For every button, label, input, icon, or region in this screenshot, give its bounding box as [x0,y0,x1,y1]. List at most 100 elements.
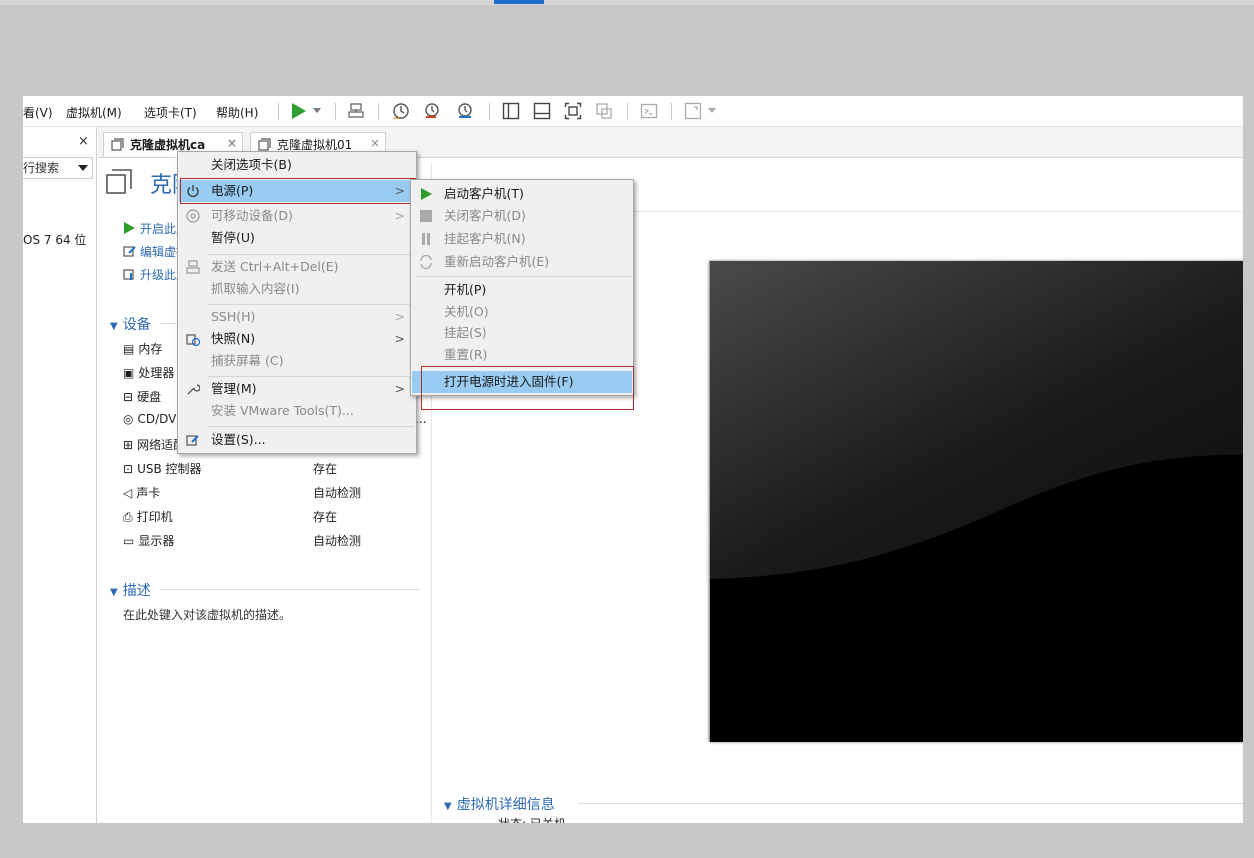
device-row-display[interactable]: ▭ 显示器 [123,532,174,549]
menu-separator [208,426,414,427]
library-search-input[interactable]: 行搜索 [23,157,93,179]
console-icon[interactable] [637,99,661,123]
library-search-label: 行搜索 [23,161,60,175]
disk-icon: ⊟ [123,390,134,404]
collapse-triangle-icon: ▼ [444,801,452,812]
taskbar-accent [494,0,544,4]
settings-icon [186,435,199,446]
submenu-item-power-on[interactable]: 开机(P) [412,279,632,301]
tab-close-icon[interactable]: × [227,136,237,150]
memory-icon: ▤ [123,342,135,356]
submenu-item-restart-guest[interactable]: 重新启动客户机(E) [412,251,632,273]
menu-item-manage[interactable]: 管理(M) > [179,378,415,400]
devices-section-header[interactable]: ▼ 设备 [110,314,420,334]
menu-separator [208,376,414,377]
cpu-icon: ▣ [123,366,135,380]
menu-item-close-tab[interactable]: 关闭选项卡(B) [179,154,415,176]
section-rule [160,589,420,590]
unity-icon[interactable] [592,99,616,123]
library-view-icon[interactable] [499,99,523,123]
tab-close-icon[interactable]: × [370,136,380,150]
monitor-icon: ▭ [123,534,135,548]
network-icon: ⊞ [123,438,134,452]
manage-snapshot-icon[interactable] [453,99,477,123]
device-row-cpu[interactable]: ▣ 处理器 [123,364,174,381]
printer-icon: ⎙ [123,510,133,524]
stop-icon [420,210,432,222]
vm-status: 状态: 已关机 [498,815,566,823]
play-icon [124,222,135,234]
menu-item-removable-devices[interactable]: 可移动设备(D) > [179,205,415,227]
submenu-arrow-icon: > [394,208,405,223]
menu-item-settings[interactable]: 设置(S)... [179,429,415,451]
menu-item-send-cad[interactable]: 发送 Ctrl+Alt+Del(E) [179,256,415,278]
fullscreen-icon[interactable] [561,99,585,123]
dropdown-caret-icon[interactable] [310,99,324,123]
toolbar-separator [335,103,336,120]
device-row-disk[interactable]: ⊟ 硬盘 [123,388,161,405]
section-rule [578,803,1243,804]
device-value-display: 自动检测 [313,534,362,548]
description-placeholder[interactable]: 在此处键入对该虚拟机的描述。 [123,606,291,623]
submenu-arrow-icon: > [394,309,405,324]
menu-item-capture-screen[interactable]: 捕获屏幕 (C) [179,350,415,372]
submenu-item-power-off[interactable]: 关机(O) [412,301,632,323]
toolbar-separator [489,103,490,120]
menu-tabs[interactable]: 选项卡(T) [144,104,197,121]
vm-screen-thumbnail[interactable] [709,261,1243,742]
menu-separator [208,254,414,255]
chevron-down-icon[interactable] [78,165,88,172]
submenu-item-suspend-guest[interactable]: 挂起客户机(N) [412,228,632,250]
thumbnail-bar-icon[interactable] [530,99,554,123]
menu-separator [417,276,631,277]
send-ctrl-alt-del-icon[interactable] [344,99,368,123]
dropdown-caret-icon[interactable] [705,99,719,123]
collapse-triangle-icon: ▼ [110,321,118,332]
play-icon[interactable] [286,99,310,123]
device-value-printer: 存在 [313,510,338,524]
menu-item-ssh[interactable]: SSH(H) > [179,306,415,328]
device-value-sound: 自动检测 [313,486,362,500]
submenu-item-shutdown-guest[interactable]: 关闭客户机(D) [412,205,632,227]
wrench-icon [187,384,200,395]
usb-icon: ⊡ [123,462,134,476]
device-row-sound[interactable]: ◁ 声卡 [123,484,160,501]
menu-vm[interactable]: 虚拟机(M) [66,104,122,121]
device-row-usb[interactable]: ⊡ USB 控制器 [123,460,202,477]
keyboard-icon [186,260,200,274]
menu-item-grab-input[interactable]: 抓取输入内容(I) [179,278,415,300]
toolbar-separator [378,103,379,120]
submenu-item-suspend[interactable]: 挂起(S) [412,322,632,344]
submenu-item-start-guest[interactable]: 启动客户机(T) [412,183,632,205]
menu-help[interactable]: 帮助(H) [216,104,258,121]
toolbar-separator [627,103,628,120]
description-section-header[interactable]: ▼ 描述 [110,580,420,600]
device-row-printer[interactable]: ⎙ 打印机 [123,508,173,525]
device-value-usb: 存在 [313,462,338,476]
removable-device-icon [186,209,200,223]
snapshot-icon[interactable] [389,99,413,123]
library-pane: × 行搜索 OS 7 64 位 [23,127,97,823]
stretch-icon[interactable] [681,99,705,123]
pause-icon [422,233,430,245]
collapse-triangle-icon: ▼ [110,587,118,598]
menu-item-snapshot[interactable]: 快照(N) > [179,328,415,350]
vm-details-header[interactable]: ▼ 虚拟机详细信息 [444,794,555,814]
upgrade-icon [123,269,134,280]
annotation-highlight-box [180,178,416,204]
restart-icon [420,255,432,269]
close-library-button[interactable]: × [78,134,89,149]
device-row-memory[interactable]: ▤ 内存 [123,340,162,357]
submenu-arrow-icon: > [394,331,405,346]
menu-view[interactable]: 看(V) [23,104,53,121]
menu-bar: 看(V) 虚拟机(M) 选项卡(T) 帮助(H) [23,96,1243,127]
submenu-arrow-icon: > [394,381,405,396]
tab-label: 克隆虚拟机01 [277,138,353,152]
revert-snapshot-icon[interactable] [420,99,444,123]
submenu-item-reset[interactable]: 重置(R) [412,344,632,366]
cdrom-icon: ◎ [123,412,134,426]
library-tree-item[interactable]: OS 7 64 位 [23,231,86,248]
menu-item-pause[interactable]: 暂停(U) [179,227,415,249]
menu-item-install-tools[interactable]: 安装 VMware Tools(T)... [179,400,415,422]
play-icon [421,188,432,200]
